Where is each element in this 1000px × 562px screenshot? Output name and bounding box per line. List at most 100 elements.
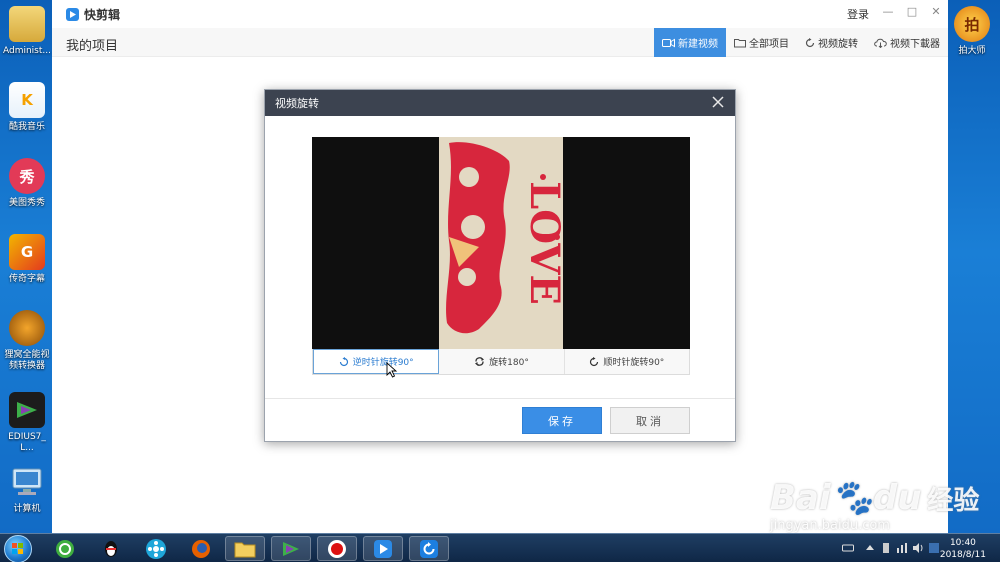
desktop-icon-administrator[interactable]: Administ...	[2, 6, 52, 57]
love-text: LOVE	[521, 181, 563, 305]
subtitle-app-icon: G	[9, 234, 45, 270]
folder-icon	[9, 6, 45, 42]
login-link[interactable]: 登录	[847, 6, 869, 22]
taskbar-360-browser[interactable]	[45, 536, 85, 561]
rotate-180-button[interactable]: 旋转180°	[439, 349, 565, 374]
download-video-button[interactable]: 视频下載器	[866, 28, 948, 57]
rotate-180-label: 旋转180°	[489, 358, 529, 368]
rotate-options: 逆时针旋转90° 旋转180° 顺时针旋转90°	[312, 349, 690, 375]
edius-icon	[283, 541, 299, 556]
cancel-button[interactable]: 取消	[610, 407, 690, 434]
taskbar-clock[interactable]: 10:40 2018/8/11	[940, 537, 986, 561]
page-title: 我的项目	[66, 39, 119, 54]
keyboard-icon[interactable]	[842, 542, 854, 554]
title-bar: 快剪辑 登录 — □ ✕	[52, 0, 948, 28]
video-camera-icon	[662, 38, 675, 47]
desktop-icon-edius[interactable]: EDIUS7_L...	[2, 392, 52, 454]
desktop-icon-computer[interactable]: 计算机	[2, 464, 52, 515]
video-preview: LOVE	[312, 137, 690, 349]
refresh-icon	[420, 539, 438, 558]
rotate-cw-icon	[590, 356, 599, 366]
dialog-title: 视频旋转	[275, 97, 319, 110]
save-button[interactable]: 保存	[522, 407, 602, 434]
maximize-button[interactable]: □	[902, 4, 922, 20]
show-hidden-icons-icon[interactable]	[864, 542, 876, 554]
new-video-label: 新建视频	[678, 39, 718, 50]
watermark-brand-suffix: du	[872, 478, 922, 518]
desktop-icon-label: 计算机	[13, 504, 41, 514]
rotate-cw-90-button[interactable]: 顺时针旋转90°	[564, 349, 689, 374]
dialog-close-button[interactable]	[709, 93, 727, 111]
mouse-cursor-icon	[386, 362, 398, 378]
toolbar: 我的项目 新建视频 全部项目 视频旋转 视频下載器	[52, 28, 948, 57]
network-icon[interactable]	[896, 542, 908, 554]
desktop-icon-label: 狸窝全能视频转换器	[4, 350, 50, 371]
taskbar-media-player[interactable]	[136, 536, 176, 561]
taskbar-refresh-app[interactable]	[409, 536, 449, 561]
rotate-ccw-icon	[339, 356, 348, 366]
input-method-icon[interactable]	[928, 542, 940, 554]
desktop-icon-label: EDIUS7_L...	[8, 432, 46, 453]
taskbar-edius[interactable]	[271, 536, 311, 561]
desktop-icon-label: Administ...	[3, 46, 51, 56]
app-logo-icon	[66, 7, 79, 21]
qq-penguin-icon	[105, 540, 117, 557]
preview-decoration: LOVE	[439, 137, 563, 349]
all-projects-label: 全部项目	[749, 39, 789, 50]
system-tray: 10:40 2018/8/11	[830, 534, 1000, 562]
browser-360-icon	[56, 539, 74, 558]
firefox-icon	[192, 539, 210, 558]
cloud-download-icon	[874, 38, 887, 48]
all-projects-button[interactable]: 全部项目	[726, 28, 797, 57]
taskbar-file-explorer[interactable]	[225, 536, 265, 561]
device-icon[interactable]	[880, 542, 892, 554]
rotate-video-label: 视频旋转	[818, 39, 858, 50]
taskbar-qq[interactable]	[91, 536, 131, 561]
taskbar: 10:40 2018/8/11	[0, 533, 1000, 562]
computer-icon	[9, 464, 45, 500]
watermark-brand: Bai	[770, 478, 831, 518]
desktop-icon-subtitle[interactable]: G 传奇字幕	[2, 234, 52, 285]
desktop-icon-meitu[interactable]: 秀 美图秀秀	[2, 158, 52, 209]
maximize-icon: □	[906, 5, 918, 18]
volume-icon[interactable]	[912, 542, 924, 554]
rotate-ccw-label: 逆时针旋转90°	[352, 358, 414, 368]
kuaijianji-icon	[374, 539, 392, 558]
clock-date: 2018/8/11	[939, 550, 986, 560]
dialog-header: 视频旋转	[265, 90, 735, 116]
download-video-label: 视频下載器	[890, 39, 940, 50]
rotate-ccw-90-button[interactable]: 逆时针旋转90°	[313, 349, 440, 374]
close-icon: ✕	[931, 5, 941, 18]
watermark-logo: Bai🐾du 经验	[770, 478, 979, 518]
rotate-cw-label: 顺时针旋转90°	[603, 358, 665, 368]
taskbar-firefox[interactable]	[181, 536, 221, 561]
toolbar-actions: 新建视频 全部项目 视频旋转 视频下載器	[654, 28, 948, 57]
rotate-video-button[interactable]: 视频旋转	[797, 28, 866, 57]
new-video-button[interactable]: 新建视频	[654, 28, 726, 57]
taskbar-recorder[interactable]	[317, 536, 357, 561]
taskbar-kuaijianji[interactable]	[363, 536, 403, 561]
paw-icon: 🐾	[830, 478, 873, 518]
meitu-icon: 秀	[9, 158, 45, 194]
edius-icon	[9, 392, 45, 428]
record-icon	[328, 539, 346, 558]
rotate-icon	[805, 37, 815, 47]
paidashi-icon: 拍	[954, 6, 990, 42]
watermark-url: jingyan.baidu.com	[770, 518, 890, 533]
rotate-video-dialog: 视频旋转 LOVE 逆时针旋转90° 旋转180° 顺时针旋转90° 保存 取消	[264, 89, 736, 442]
desktop-icon-paidashi[interactable]: 拍 拍大师	[946, 6, 998, 57]
app-name: 快剪辑	[84, 7, 121, 22]
close-icon	[712, 96, 724, 108]
close-window-button[interactable]: ✕	[926, 4, 946, 20]
kuwo-music-icon: K	[9, 82, 45, 118]
windows-logo-icon	[12, 543, 23, 554]
desktop-icon-label: 传奇字幕	[8, 274, 45, 284]
minimize-button[interactable]: —	[878, 4, 898, 20]
start-button[interactable]	[4, 535, 32, 562]
desktop-icon-video-converter[interactable]: 狸窝全能视频转换器	[2, 310, 52, 372]
clock-time: 10:40	[949, 538, 976, 548]
video-converter-icon	[9, 310, 45, 346]
desktop-icon-kuwo-music[interactable]: K 酷我音乐	[2, 82, 52, 133]
dialog-divider	[265, 398, 735, 399]
video-frame: LOVE	[439, 137, 563, 349]
